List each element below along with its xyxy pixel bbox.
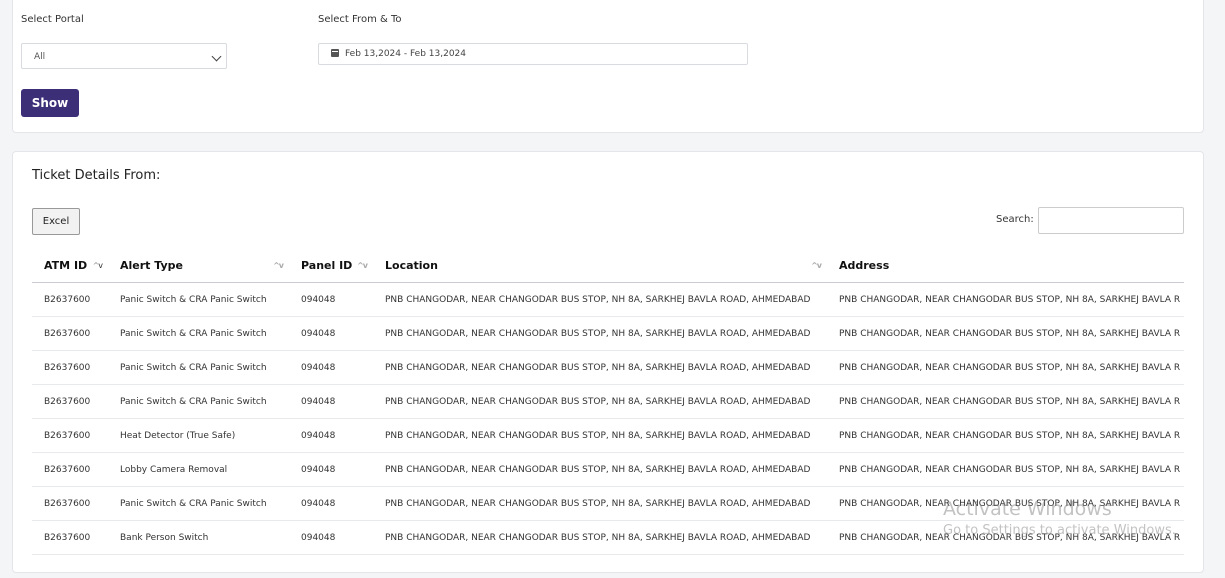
alert-type-cell: Panic Switch & CRA Panic Switch xyxy=(108,316,289,351)
windows-watermark-title: Activate Windows xyxy=(943,498,1112,520)
column-header-alert-type[interactable]: Alert Type ^v xyxy=(108,248,289,283)
chevron-down-icon xyxy=(211,51,222,62)
location-cell: PNB CHANGODAR, NEAR CHANGODAR BUS STOP, … xyxy=(373,384,827,419)
search-label: Search: xyxy=(996,214,1034,225)
sort-icon: ^v xyxy=(273,261,284,270)
panel-id-cell: 094048 xyxy=(289,452,373,487)
atm-id-cell: B2637600 xyxy=(32,350,108,385)
address-cell: PNB CHANGODAR, NEAR CHANGODAR BUS STOP, … xyxy=(827,316,1184,351)
excel-export-button[interactable]: Excel xyxy=(32,208,80,235)
panel-id-cell: 094048 xyxy=(289,384,373,419)
atm-id-cell: B2637600 xyxy=(32,282,108,317)
panel-id-cell: 094048 xyxy=(289,316,373,351)
column-header-address[interactable]: Address xyxy=(827,248,1184,283)
panel-id-cell: 094048 xyxy=(289,282,373,317)
address-cell: PNB CHANGODAR, NEAR CHANGODAR BUS STOP, … xyxy=(827,282,1184,317)
table-row[interactable]: B2637600 Panic Switch & CRA Panic Switch 0… xyxy=(32,282,1184,317)
location-cell: PNB CHANGODAR, NEAR CHANGODAR BUS STOP, … xyxy=(373,520,827,555)
panel-id-cell: 094048 xyxy=(289,418,373,453)
table-row[interactable]: B2637600 Panic Switch & CRA Panic Switch 0… xyxy=(32,350,1184,385)
table-row[interactable]: B2637600 Heat Detector (True Safe) 094048 P… xyxy=(32,418,1184,453)
location-cell: PNB CHANGODAR, NEAR CHANGODAR BUS STOP, … xyxy=(373,316,827,351)
panel-id-cell: 094048 xyxy=(289,486,373,521)
date-range-label: Select From & To xyxy=(318,14,402,25)
table-row[interactable]: B2637600 Panic Switch & CRA Panic Switch 0… xyxy=(32,316,1184,351)
panel-id-cell: 094048 xyxy=(289,520,373,555)
show-button[interactable]: Show xyxy=(21,89,79,117)
sort-icon: ^v xyxy=(92,261,103,270)
alert-type-cell: Panic Switch & CRA Panic Switch xyxy=(108,350,289,385)
column-header-panel-id[interactable]: Panel ID ^v xyxy=(289,248,373,283)
atm-id-cell: B2637600 xyxy=(32,316,108,351)
date-range-input[interactable]: Feb 13,2024 - Feb 13,2024 xyxy=(318,43,748,65)
calendar-icon xyxy=(331,49,339,57)
column-header-location[interactable]: Location ^v xyxy=(373,248,827,283)
location-cell: PNB CHANGODAR, NEAR CHANGODAR BUS STOP, … xyxy=(373,418,827,453)
address-cell: PNB CHANGODAR, NEAR CHANGODAR BUS STOP, … xyxy=(827,452,1184,487)
table-header-row: ATM ID ^v Alert Type ^v Panel ID ^v Locatio… xyxy=(32,248,1184,283)
sort-icon: ^v xyxy=(357,261,368,270)
address-cell: PNB CHANGODAR, NEAR CHANGODAR BUS STOP, … xyxy=(827,350,1184,385)
atm-id-cell: B2637600 xyxy=(32,520,108,555)
table-row[interactable]: B2637600 Panic Switch & CRA Panic Switch 0… xyxy=(32,384,1184,419)
table-row[interactable]: B2637600 Lobby Camera Removal 094048 PNB CH… xyxy=(32,452,1184,487)
atm-id-cell: B2637600 xyxy=(32,452,108,487)
atm-id-cell: B2637600 xyxy=(32,418,108,453)
location-cell: PNB CHANGODAR, NEAR CHANGODAR BUS STOP, … xyxy=(373,452,827,487)
alert-type-cell: Lobby Camera Removal xyxy=(108,452,289,487)
windows-watermark-subtitle: Go to Settings to activate Windows. xyxy=(943,523,1176,538)
address-cell: PNB CHANGODAR, NEAR CHANGODAR BUS STOP, … xyxy=(827,384,1184,419)
portal-select-value: All xyxy=(34,52,46,62)
alert-type-cell: Heat Detector (True Safe) xyxy=(108,418,289,453)
column-header-atm-id[interactable]: ATM ID ^v xyxy=(32,248,108,283)
ticket-details-title: Ticket Details From: xyxy=(32,168,161,183)
filter-card: Select Portal All Select From & To Feb 1… xyxy=(12,0,1204,133)
atm-id-cell: B2637600 xyxy=(32,384,108,419)
atm-id-cell: B2637600 xyxy=(32,486,108,521)
portal-select[interactable]: All xyxy=(21,43,227,69)
search-input[interactable] xyxy=(1038,207,1184,234)
panel-id-cell: 094048 xyxy=(289,350,373,385)
alert-type-cell: Panic Switch & CRA Panic Switch xyxy=(108,486,289,521)
alert-type-cell: Panic Switch & CRA Panic Switch xyxy=(108,282,289,317)
sort-icon: ^v xyxy=(811,261,822,270)
location-cell: PNB CHANGODAR, NEAR CHANGODAR BUS STOP, … xyxy=(373,486,827,521)
alert-type-cell: Panic Switch & CRA Panic Switch xyxy=(108,384,289,419)
portal-label: Select Portal xyxy=(21,14,84,25)
address-cell: PNB CHANGODAR, NEAR CHANGODAR BUS STOP, … xyxy=(827,418,1184,453)
location-cell: PNB CHANGODAR, NEAR CHANGODAR BUS STOP, … xyxy=(373,350,827,385)
date-range-value: Feb 13,2024 - Feb 13,2024 xyxy=(345,49,466,59)
location-cell: PNB CHANGODAR, NEAR CHANGODAR BUS STOP, … xyxy=(373,282,827,317)
alert-type-cell: Bank Person Switch xyxy=(108,520,289,555)
